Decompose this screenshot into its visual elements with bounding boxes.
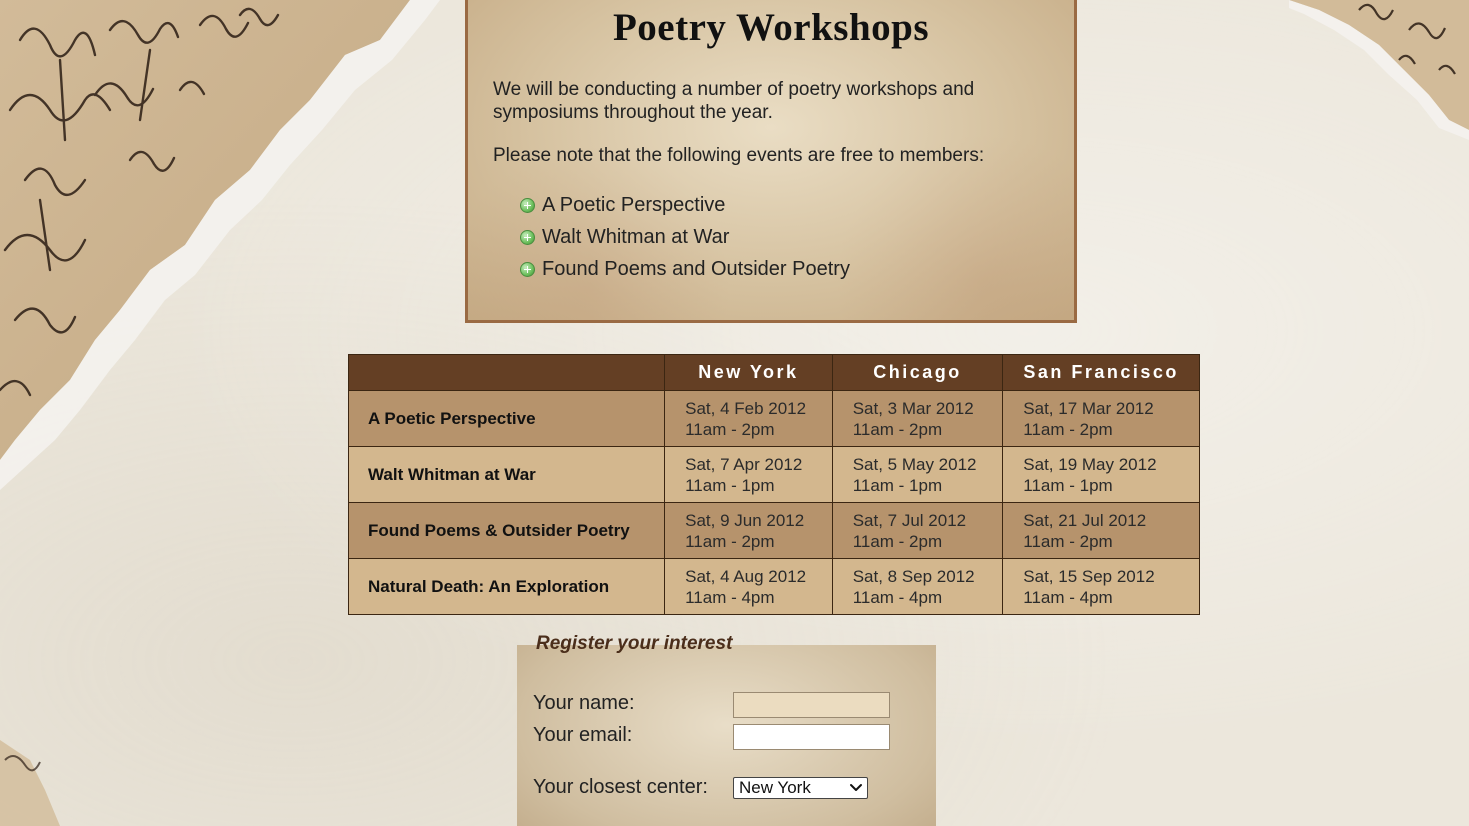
closest-center-label: Your closest center: [533,776,708,798]
closest-center-select[interactable]: New York [733,777,868,799]
event-name: A Poetic Perspective [347,390,666,447]
session-time: 11am - 1pm [852,475,943,495]
session-date: Sat, 17 Mar 2012 [1023,398,1154,418]
plus-circle-icon [520,229,535,245]
intro-paragraph: We will be conducting a number of poetry… [493,79,975,123]
session-time: 11am - 4pm [1023,587,1113,607]
free-events-note: Please note that the following events ar… [493,145,985,166]
session-date: Sat, 21 Jul 2012 [1023,510,1147,530]
session-date: Sat, 5 May 2012 [852,454,977,474]
table-header-row: New York Chicago San Francisco [347,354,1200,391]
session-cell: Sat, 15 Sep 2012 11am - 4pm [1002,558,1200,615]
plus-circle-icon [520,261,535,277]
intro-panel: Poetry Workshops We will be conducting a… [465,0,1077,323]
session-date: Sat, 7 Jul 2012 [852,510,967,530]
session-cell: Sat, 7 Jul 2012 11am - 2pm [831,502,1004,559]
plus-circle-icon [520,197,535,213]
session-time: 11am - 1pm [1023,475,1113,495]
list-item: Walt Whitman at War [520,221,850,253]
session-time: 11am - 2pm [852,419,943,439]
session-date: Sat, 8 Sep 2012 [852,566,975,586]
register-form-legend: Register your interest [536,633,733,654]
session-date: Sat, 4 Feb 2012 [685,398,807,418]
session-cell: Sat, 3 Mar 2012 11am - 2pm [831,390,1004,447]
chevron-down-icon [850,784,862,791]
session-time: 11am - 2pm [1023,419,1113,439]
session-date: Sat, 4 Aug 2012 [685,566,807,586]
email-input[interactable] [733,724,890,750]
column-header-new-york: New York [664,354,833,391]
table-row: Found Poems & Outsider Poetry Sat, 9 Jun… [347,502,1200,559]
list-item-label: A Poetic Perspective [542,193,726,216]
event-name: Walt Whitman at War [347,446,666,503]
table-row: A Poetic Perspective Sat, 4 Feb 2012 11a… [347,390,1200,447]
page-title: Poetry Workshops [612,6,930,49]
session-time: 11am - 2pm [1023,531,1113,551]
workshop-schedule-table: New York Chicago San Francisco A Poetic … [347,354,1200,615]
column-header-empty [347,354,666,391]
register-interest-form: Your name: Your email: Your closest cent… [517,645,936,826]
session-date: Sat, 19 May 2012 [1023,454,1157,474]
session-time: 11am - 1pm [685,475,775,495]
session-date: Sat, 3 Mar 2012 [852,398,974,418]
free-events-list: A Poetic Perspective Walt Whitman at War… [520,189,850,285]
session-cell: Sat, 8 Sep 2012 11am - 4pm [831,558,1004,615]
session-cell: Sat, 4 Feb 2012 11am - 2pm [664,390,833,447]
session-date: Sat, 9 Jun 2012 [685,510,805,530]
name-label: Your name: [533,692,635,714]
session-time: 11am - 2pm [852,531,943,551]
table-row: Natural Death: An Exploration Sat, 4 Aug… [347,558,1200,615]
name-input[interactable] [733,692,890,718]
table-row: Walt Whitman at War Sat, 7 Apr 2012 11am… [347,446,1200,503]
list-item: Found Poems and Outsider Poetry [520,253,850,285]
event-name: Natural Death: An Exploration [347,558,666,615]
session-date: Sat, 7 Apr 2012 [685,454,803,474]
session-cell: Sat, 21 Jul 2012 11am - 2pm [1002,502,1200,559]
handwritten-paper-corner [1289,0,1469,140]
session-cell: Sat, 4 Aug 2012 11am - 4pm [664,558,833,615]
column-header-san-francisco: San Francisco [1002,354,1200,391]
list-item-label: Found Poems and Outsider Poetry [542,257,850,280]
closest-center-selected-value: New York [739,778,811,797]
session-time: 11am - 4pm [685,587,775,607]
email-label: Your email: [533,724,633,746]
list-item-label: Walt Whitman at War [542,225,730,248]
session-cell: Sat, 5 May 2012 11am - 1pm [831,446,1004,503]
session-date: Sat, 15 Sep 2012 [1023,566,1155,586]
list-item: A Poetic Perspective [520,189,850,221]
column-header-chicago: Chicago [831,354,1004,391]
session-cell: Sat, 19 May 2012 11am - 1pm [1002,446,1200,503]
session-time: 11am - 2pm [685,531,775,551]
session-cell: Sat, 9 Jun 2012 11am - 2pm [664,502,833,559]
session-cell: Sat, 17 Mar 2012 11am - 2pm [1002,390,1200,447]
session-time: 11am - 4pm [852,587,943,607]
event-name: Found Poems & Outsider Poetry [347,502,666,559]
session-time: 11am - 2pm [685,419,775,439]
session-cell: Sat, 7 Apr 2012 11am - 1pm [664,446,833,503]
